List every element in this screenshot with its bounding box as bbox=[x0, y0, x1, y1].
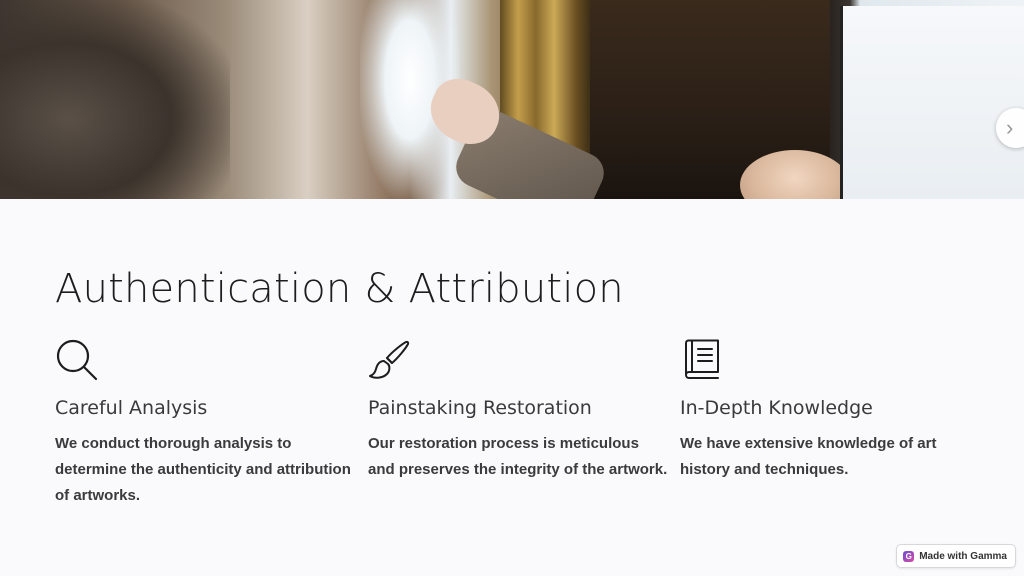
badge-label: Made with Gamma bbox=[919, 550, 1007, 562]
feature-heading: Careful Analysis bbox=[55, 397, 208, 419]
search-icon bbox=[56, 339, 98, 381]
chevron-right-icon: › bbox=[1006, 115, 1014, 140]
feature-heading: Painstaking Restoration bbox=[368, 397, 592, 419]
feature-description: We have extensive knowledge of art histo… bbox=[680, 435, 937, 478]
feature-description: We conduct thorough analysis to determin… bbox=[55, 435, 351, 504]
feature-in-depth-knowledge: In-Depth Knowledge We have extensive kno… bbox=[680, 338, 980, 483]
section-title: Authentication & Attribution bbox=[55, 266, 624, 312]
made-with-gamma-badge[interactable]: G Made with Gamma bbox=[896, 544, 1016, 568]
hero-image: › bbox=[0, 0, 1024, 199]
feature-careful-analysis: Careful Analysis We conduct thorough ana… bbox=[55, 338, 355, 509]
paintbrush-icon bbox=[369, 340, 410, 379]
gamma-logo-icon: G bbox=[903, 550, 915, 562]
feature-description: Our restoration process is meticulous an… bbox=[368, 435, 668, 478]
book-icon bbox=[685, 339, 719, 379]
feature-heading: In-Depth Knowledge bbox=[680, 397, 873, 419]
feature-painstaking-restoration: Painstaking Restoration Our restoration … bbox=[368, 338, 668, 483]
